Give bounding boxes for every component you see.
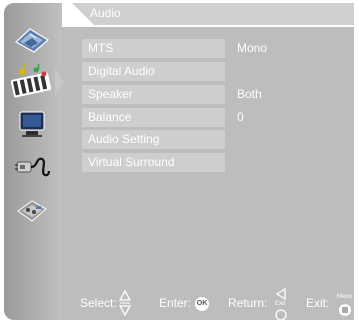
up-down-arrows-icon (119, 290, 131, 316)
menu-item-audio-setting[interactable]: Audio Setting (82, 130, 225, 149)
picture-icon[interactable] (14, 26, 50, 54)
select-label: Select: (80, 296, 117, 310)
menu-item-speaker[interactable]: Speaker (82, 85, 225, 104)
tv-channel-icon[interactable] (14, 110, 50, 138)
menu-title-tab: Audio (62, 3, 354, 25)
lock-icon[interactable] (14, 197, 50, 225)
exit-key-label: Menu (337, 294, 353, 300)
menu-value-balance: 0 (237, 110, 244, 124)
footer-exit: Exit: (306, 295, 329, 311)
menu-value-speaker: Both (237, 87, 262, 101)
tv-osd-screen: Audio MTS Mono Digital Audio Speaker Bot… (0, 0, 359, 324)
return-label: Return: (228, 296, 268, 310)
active-category-pointer (55, 68, 64, 96)
audio-icon[interactable] (10, 64, 54, 98)
menu-item-virtual-surround[interactable]: Virtual Surround (82, 153, 225, 172)
setup-icon[interactable] (14, 153, 50, 181)
footer-return: Return: (228, 295, 267, 311)
footer-enter: Enter: (159, 295, 191, 311)
ok-key-icon: OK (195, 297, 209, 311)
exit-label: Exit: (306, 296, 330, 310)
menu-key-icon (339, 304, 351, 316)
menu-item-digital-audio[interactable]: Digital Audio (82, 62, 225, 81)
return-key-label: Exit (275, 301, 286, 307)
menu-item-mts[interactable]: MTS (82, 39, 225, 58)
footer-select: Select: (80, 295, 117, 311)
menu-value-mts: Mono (237, 41, 268, 55)
menu-item-balance[interactable]: Balance (82, 108, 225, 127)
enter-label: Enter: (159, 296, 192, 310)
menu-title: Audio (90, 6, 121, 20)
